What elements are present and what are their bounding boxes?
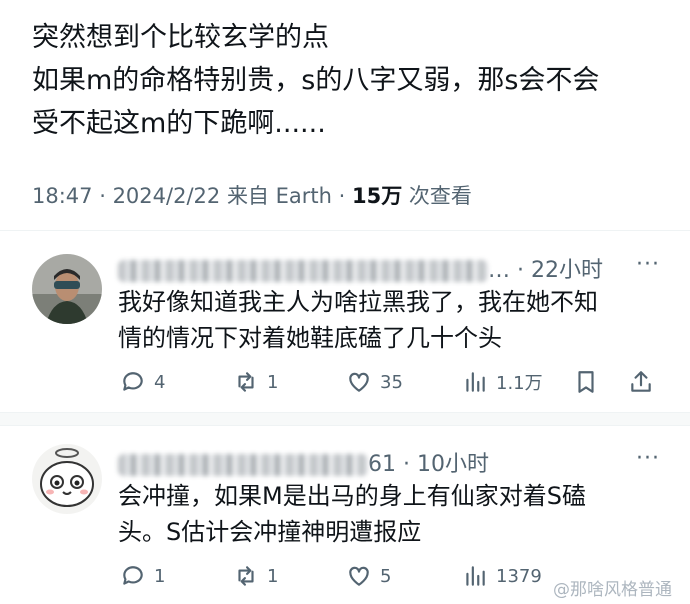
- reply-button[interactable]: 4: [120, 366, 165, 398]
- more-options-icon[interactable]: ···: [636, 446, 660, 471]
- handle-tail: …: [488, 258, 510, 283]
- reply-item[interactable]: … · 22小时 ··· 我好像知道我主人为啥拉黑我了，我在她不知 情的情况下对…: [0, 232, 690, 412]
- reply-time[interactable]: 10小时: [417, 452, 489, 477]
- reply-actions: 4 1 35 1.1万: [118, 366, 658, 398]
- post-time[interactable]: 18:47: [32, 184, 93, 208]
- views-button[interactable]: 1379: [462, 560, 542, 592]
- reply-text-line-2: 情的情况下对着她鞋底磕了几十个头: [118, 324, 502, 352]
- reply-text-line-2: 头。S估计会冲撞神明遭报应: [118, 518, 422, 546]
- reply-text-line-1: 我好像知道我主人为啥拉黑我了，我在她不知: [118, 288, 598, 316]
- repost-button[interactable]: 1: [233, 560, 278, 592]
- post-view-label: 次查看: [408, 184, 472, 208]
- post-source: 来自 Earth: [226, 184, 332, 208]
- reply-header: 61 · 10小时: [118, 446, 489, 478]
- redacted-username[interactable]: [118, 454, 368, 476]
- reply-header: … · 22小时: [118, 252, 603, 284]
- avatar-photo: [32, 254, 102, 324]
- divider: [0, 412, 690, 426]
- reply-button[interactable]: 1: [120, 560, 165, 592]
- reply-text-line-1: 会冲撞，如果M是出马的身上有仙家对着S磕: [118, 482, 586, 510]
- divider: [0, 230, 690, 231]
- like-icon: [349, 566, 369, 586]
- main-post: 突然想到个比较玄学的点 如果m的命格特别贵，s的八字又弱，那s会不会 受不起这m…: [32, 16, 672, 145]
- views-icon: [466, 566, 485, 586]
- views-icon: [466, 372, 485, 392]
- redacted-username[interactable]: [118, 260, 488, 282]
- reply-icon: [123, 372, 143, 391]
- bookmark-icon: [578, 371, 594, 393]
- reply-time[interactable]: 22小时: [531, 258, 603, 283]
- handle-tail: 61: [368, 452, 396, 477]
- avatar-cartoon: [32, 444, 102, 514]
- repost-button[interactable]: 1: [233, 366, 278, 398]
- avatar[interactable]: [32, 444, 102, 514]
- bookmark-button[interactable]: [573, 366, 599, 398]
- watermark: @那啥风格普通: [553, 580, 672, 600]
- like-button[interactable]: 5: [346, 560, 391, 592]
- share-icon: [631, 371, 651, 392]
- more-options-icon[interactable]: ···: [636, 252, 660, 277]
- avatar[interactable]: [32, 254, 102, 324]
- post-text-line-2: 如果m的命格特别贵，s的八字又弱，那s会不会: [32, 65, 600, 96]
- post-text-line-3: 受不起这m的下跪啊......: [32, 108, 326, 139]
- post-view-count: 15万: [351, 184, 403, 208]
- post-text-line-1: 突然想到个比较玄学的点: [32, 22, 329, 53]
- like-icon: [349, 372, 369, 392]
- share-button[interactable]: [628, 366, 654, 398]
- repost-icon: [238, 372, 254, 392]
- repost-icon: [238, 566, 254, 586]
- reply-icon: [123, 566, 143, 585]
- views-button[interactable]: 1.1万: [462, 366, 543, 398]
- like-button[interactable]: 35: [346, 366, 403, 398]
- post-meta: 18:47 · 2024/2/22 来自 Earth · 15万 次查看: [32, 184, 472, 208]
- post-date[interactable]: 2024/2/22: [113, 184, 221, 208]
